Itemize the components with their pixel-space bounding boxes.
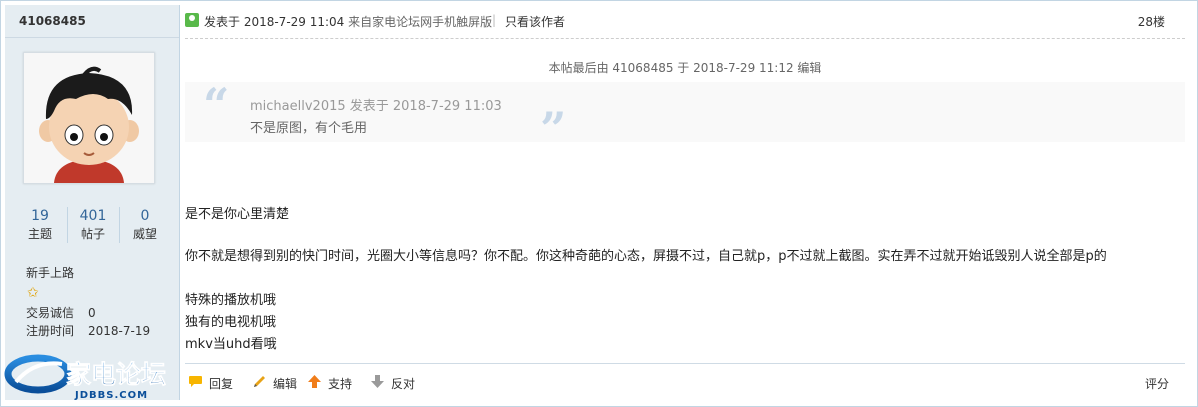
post-line: 特殊的播放机哦 (185, 293, 277, 308)
edit-notice: 本帖最后由 41068485 于 2018-7-29 11:12 编辑 (548, 61, 822, 75)
post-actions: 回复 编辑 支持 反对 评分 (185, 363, 1185, 396)
post-divider (185, 38, 1185, 39)
pencil-icon (251, 375, 267, 391)
stat-prestige[interactable]: 0 威望 (119, 207, 170, 243)
stat-prestige-label: 威望 (132, 227, 157, 241)
edit-button[interactable]: 编辑 (251, 375, 297, 392)
post-source[interactable]: 来自家电论坛网手机触屏版 (348, 15, 492, 29)
svg-text:JDBBS.COM: JDBBS.COM (74, 390, 148, 401)
trade-credit-value: 0 (88, 306, 96, 320)
quote-open-icon: “ (203, 78, 230, 132)
floor-number[interactable]: 28楼 (1138, 13, 1165, 30)
jdbbs-logo: 家电论坛 JDBBS.COM (4, 354, 166, 401)
rate-button[interactable]: 评分 (1145, 375, 1169, 392)
stat-topics[interactable]: 19 主题 (15, 207, 65, 243)
trade-credit: 交易诚信 0 (26, 304, 96, 321)
speech-bubble-icon (187, 375, 203, 391)
register-time-value: 2018-7-19 (88, 324, 151, 338)
quote-body: 不是原图，有个毛用 (250, 121, 368, 136)
register-time-label: 注册时间 (26, 324, 75, 338)
quote-header[interactable]: michaellv2015 发表于 2018-7-29 11:03 (250, 95, 502, 114)
arrow-down-icon (369, 375, 385, 391)
support-label: 支持 (328, 377, 353, 391)
author-stats: 19 主题 401 帖子 0 威望 (15, 207, 171, 247)
author-username[interactable]: 41068485 (19, 14, 86, 28)
online-status-icon (185, 13, 199, 27)
post-line: 是不是你心里清楚 (185, 207, 290, 222)
oppose-label: 反对 (391, 377, 416, 391)
reply-button[interactable]: 回复 (187, 375, 233, 392)
post-main: 发表于 2018-7-29 11:04 来自家电论坛网手机触屏版 | 只看该作者… (185, 5, 1193, 400)
post-info-bar: 发表于 2018-7-29 11:04 来自家电论坛网手机触屏版 | 只看该作者… (185, 12, 1185, 32)
avatar-cartoon-icon (24, 53, 154, 183)
stat-posts-value: 401 (79, 208, 107, 224)
info-separator: | (492, 13, 497, 27)
oppose-button[interactable]: 反对 (369, 375, 415, 392)
stat-posts-label: 帖子 (80, 227, 105, 241)
post-line: 你不就是想得到别的快门时间，光圈大小等信息吗？你不配。你这种奇葩的心态，屏摄不过… (185, 249, 1107, 264)
user-rank[interactable]: 新手上路 (26, 264, 74, 281)
post-time-text: 发表于 2018-7-29 11:04 (204, 15, 345, 29)
trade-credit-label: 交易诚信 (26, 306, 75, 320)
post-line: 独有的电视机哦 (185, 315, 277, 330)
register-time: 注册时间 2018-7-19 (26, 322, 150, 339)
arrow-up-icon (306, 375, 322, 391)
reply-label: 回复 (209, 377, 234, 391)
post-line: mkv当uhd看哦 (185, 337, 277, 352)
support-button[interactable]: 支持 (306, 375, 352, 392)
author-sidebar: 41068485 19 主题 401 帖子 0 威望 新手上路 ✩ 交易诚信 0… (5, 5, 180, 400)
stat-topics-value: 19 (31, 208, 49, 224)
edit-label: 编辑 (273, 377, 298, 391)
stat-posts[interactable]: 401 帖子 (67, 207, 118, 243)
author-only-link[interactable]: 只看该作者 (505, 13, 565, 30)
quote-block: “ michaellv2015 发表于 2018-7-29 11:03 不是原图… (185, 78, 1185, 156)
avatar[interactable] (23, 52, 155, 184)
star-icon: ✩ (27, 285, 39, 301)
sidebar-divider (5, 37, 179, 38)
post-time: 发表于 2018-7-29 11:04 来自家电论坛网手机触屏版 (204, 13, 492, 30)
stat-prestige-value: 0 (140, 208, 150, 224)
stat-topics-label: 主题 (27, 227, 52, 241)
quote-close-icon: ” (540, 102, 567, 156)
svg-text:家电论坛: 家电论坛 (66, 360, 166, 389)
